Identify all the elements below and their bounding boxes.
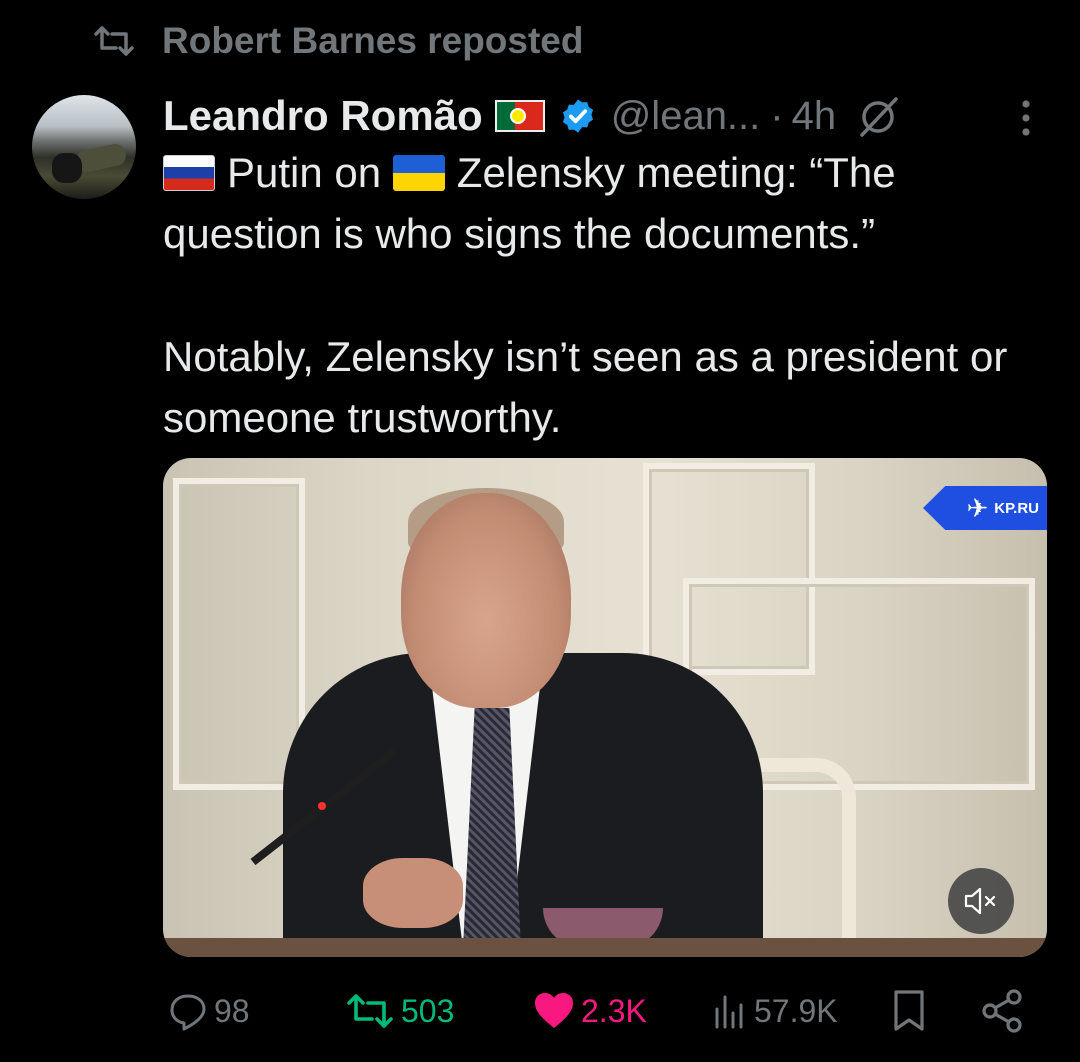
tweet-paragraph-1: Putin on Zelensky meeting: “The question… [163,142,1043,264]
russia-flag-icon [163,155,215,191]
tweet-paragraph-2: Notably, Zelensky isn’t seen as a presid… [163,333,1008,441]
repost-icon [347,994,393,1028]
bookmark-icon [894,990,924,1031]
mute-button[interactable] [948,868,1014,934]
repost-label: Robert Barnes reposted [162,20,584,61]
ukraine-flag-icon [392,155,445,191]
reply-icon [170,994,206,1031]
portugal-flag-icon [494,100,545,132]
avatar[interactable] [32,95,136,199]
author-name[interactable]: Leandro Romão [163,92,483,140]
share-button[interactable] [980,982,1032,1040]
share-icon [982,989,1022,1033]
repost-context[interactable]: Robert Barnes reposted [92,18,584,64]
reply-button[interactable]: 98 [168,982,250,1040]
tweet-text: Putin on Zelensky meeting: “The question… [163,142,1043,448]
reply-count: 98 [214,992,250,1029]
tweet-text-part1: Putin on [227,149,382,196]
repost-button[interactable]: 503 [345,982,454,1040]
like-button[interactable]: 2.3K [533,982,647,1040]
more-icon[interactable] [1008,96,1044,140]
mute-icon [964,887,996,915]
views-icon [715,995,743,1029]
timestamp[interactable]: 4h [792,94,837,139]
heart-icon [535,993,573,1028]
bookmark-button[interactable] [890,982,934,1040]
grok-icon[interactable] [856,93,902,139]
kp-ru-watermark: ✈ KP.RU [923,486,1047,530]
watermark-text: KP.RU [994,499,1039,517]
views-button[interactable]: 57.9K [712,982,838,1040]
views-count: 57.9K [754,992,838,1029]
separator-dot: · [770,93,784,138]
repost-count: 503 [401,992,455,1029]
like-count: 2.3K [581,992,647,1029]
author-handle[interactable]: @lean... [611,94,761,139]
repost-icon [94,26,134,56]
video-player[interactable]: ✈ KP.RU [163,458,1047,957]
tweet-header: Leandro Romão @lean... · 4h [163,88,902,144]
plane-logo-icon: ✈ [966,493,989,523]
verified-badge-icon[interactable] [559,97,597,135]
